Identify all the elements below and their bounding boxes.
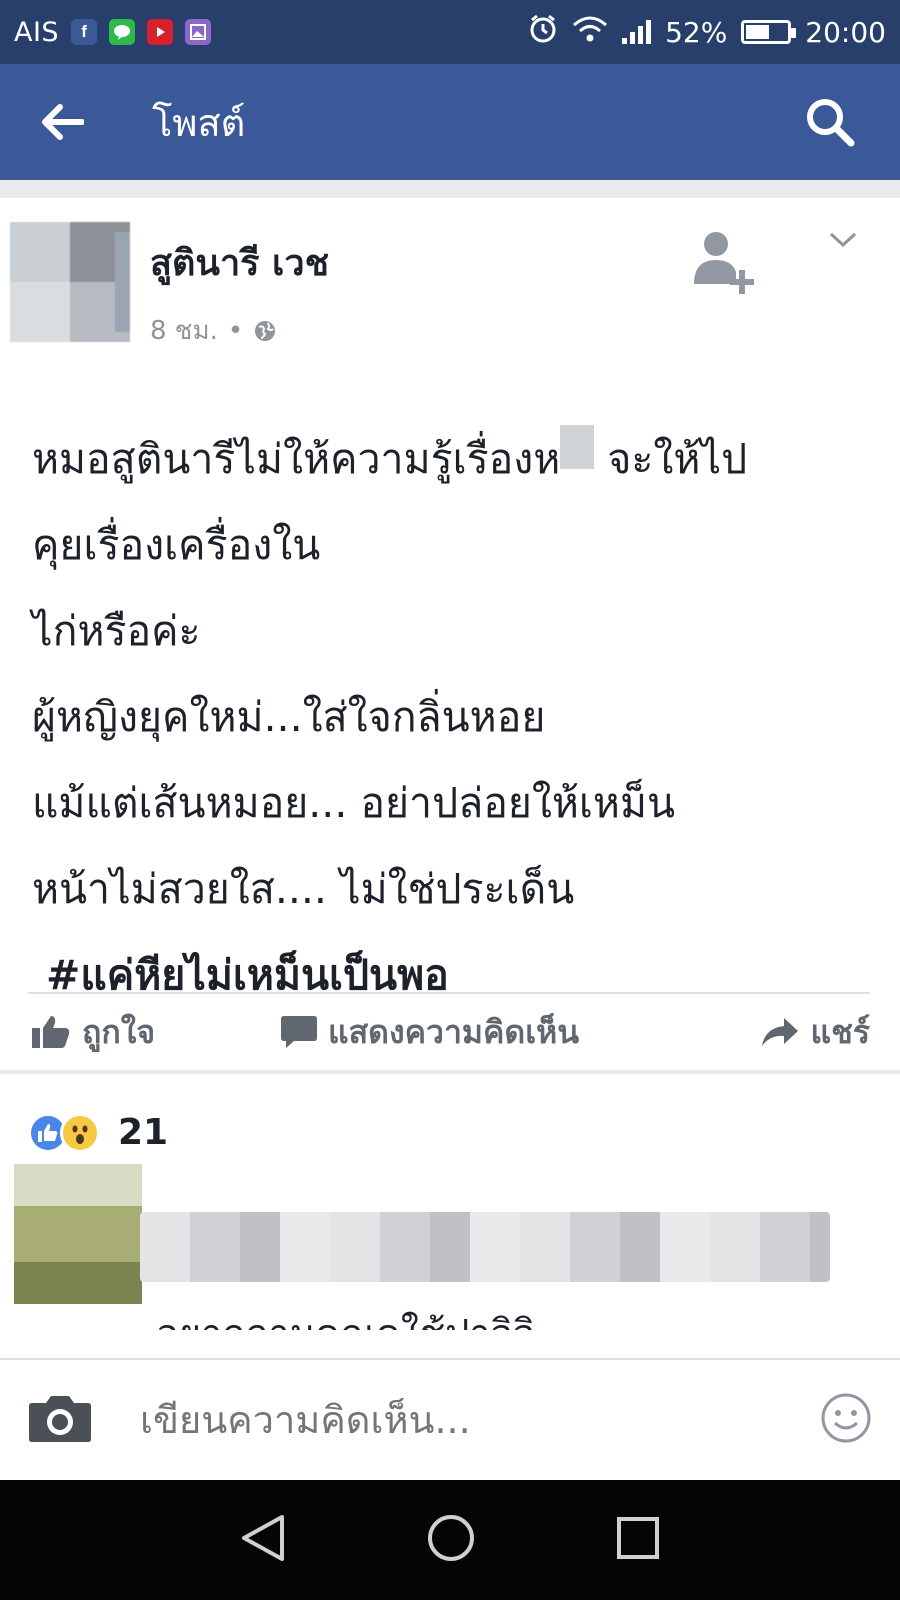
emoji-button[interactable] [820, 1392, 872, 1448]
post-line: ไก่หรือค่ะ [32, 607, 201, 655]
add-friend-icon [694, 232, 754, 294]
post-line: ผู้หญิงยุคใหม่...ใส่ใจกลิ่นหอย [32, 693, 546, 741]
author-name[interactable]: สูตินารี เวช [150, 234, 329, 291]
post-line: คุยเรื่องเครื่องใน [32, 521, 321, 569]
share-button[interactable]: แชร์ [760, 1007, 870, 1058]
nav-home-button[interactable] [426, 1513, 476, 1567]
globe-icon [255, 320, 276, 341]
search-icon [807, 99, 855, 147]
facebook-icon: f [71, 19, 98, 45]
status-bar-right: 52% 20:00 [528, 14, 886, 51]
post-meta: 8 ชม. • [150, 310, 277, 351]
system-nav-bar [0, 1480, 900, 1600]
status-bar-left: AIS f [14, 16, 212, 48]
post-line-text: หมอสูตินารีไม่ให้ความรู้เรื่องห [32, 435, 561, 483]
smiley-icon [821, 1393, 871, 1443]
post-line: หน้าไม่สวยใส.... ไม่ใช่ประเด็น [32, 865, 575, 913]
section-separator [0, 1070, 900, 1074]
comment-icon [281, 1016, 317, 1048]
share-label: แชร์ [810, 1012, 870, 1051]
circle-home-icon [428, 1515, 474, 1561]
chevron-down-icon [829, 232, 857, 248]
post-card: สูตินารี เวช 8 ชม. • หมอสูตินารีไม่ให้คว… [0, 198, 900, 1358]
youtube-icon [147, 19, 174, 45]
meta-separator: • [227, 315, 244, 346]
comment-bubble-blurred [140, 1212, 830, 1282]
signal-icon [622, 20, 652, 44]
post-line-text: จะให้ไป [594, 435, 748, 483]
clock: 20:00 [805, 15, 886, 49]
battery-icon [741, 20, 797, 44]
app-bar: โพสต์ [0, 64, 900, 180]
censor-block [560, 425, 595, 469]
comment-button[interactable]: แสดงความคิดเห็น [280, 1007, 579, 1058]
post-options-button[interactable] [828, 230, 858, 250]
like-button[interactable]: ถูกใจ [30, 1007, 230, 1058]
search-button[interactable] [800, 92, 860, 152]
battery-percent: 52% [665, 15, 728, 49]
page-title: โพสต์ [152, 100, 246, 145]
post-line: หมอสูตินารีไม่ให้ความรู้เรื่องห จะให้ไป [32, 416, 882, 502]
camera-button[interactable] [28, 1393, 92, 1447]
wifi-icon [572, 15, 608, 50]
carrier-label: AIS [14, 16, 60, 48]
reactions-summary[interactable]: 21 [28, 1112, 168, 1153]
back-button[interactable] [40, 92, 100, 152]
line-icon [109, 19, 136, 45]
like-label: ถูกใจ [82, 1012, 156, 1051]
add-friend-button[interactable] [692, 228, 762, 298]
battery-fill [746, 25, 770, 39]
post-body: หมอสูตินารีไม่ให้ความรู้เรื่องห จะให้ไป … [32, 416, 882, 1018]
post-time[interactable]: 8 ชม. [150, 310, 218, 351]
alarm-icon [528, 14, 558, 51]
nav-recents-button[interactable] [616, 1516, 660, 1564]
divider [28, 992, 870, 994]
camera-icon [29, 1396, 91, 1442]
reaction-count: 21 [118, 1112, 169, 1153]
share-arrow-icon [762, 1018, 799, 1046]
wow-reaction-icon [60, 1112, 100, 1153]
post-line: แม้แต่เส้นหมอย... อย่าปล่อยให้เหม็น [32, 779, 676, 827]
comment-input[interactable] [140, 1398, 760, 1442]
action-bar: ถูกใจ แสดงความคิดเห็น แชร์ [0, 998, 900, 1066]
gallery-icon [185, 19, 212, 45]
status-bar: AIS f 52% 20:00 [0, 0, 900, 64]
comment-composer [0, 1358, 900, 1480]
commenter-avatar[interactable] [14, 1164, 142, 1304]
comment-label: แสดงความคิดเห็น [328, 1012, 580, 1051]
back-arrow-icon [42, 104, 84, 140]
triangle-back-icon [242, 1515, 284, 1561]
nav-back-button[interactable] [240, 1513, 286, 1567]
author-avatar[interactable] [10, 222, 130, 342]
comment-text-preview: อยากถามคุณคใช้ปาจิจิ [156, 1298, 535, 1330]
square-recents-icon [617, 1517, 659, 1559]
thumbs-up-icon [32, 1016, 70, 1048]
